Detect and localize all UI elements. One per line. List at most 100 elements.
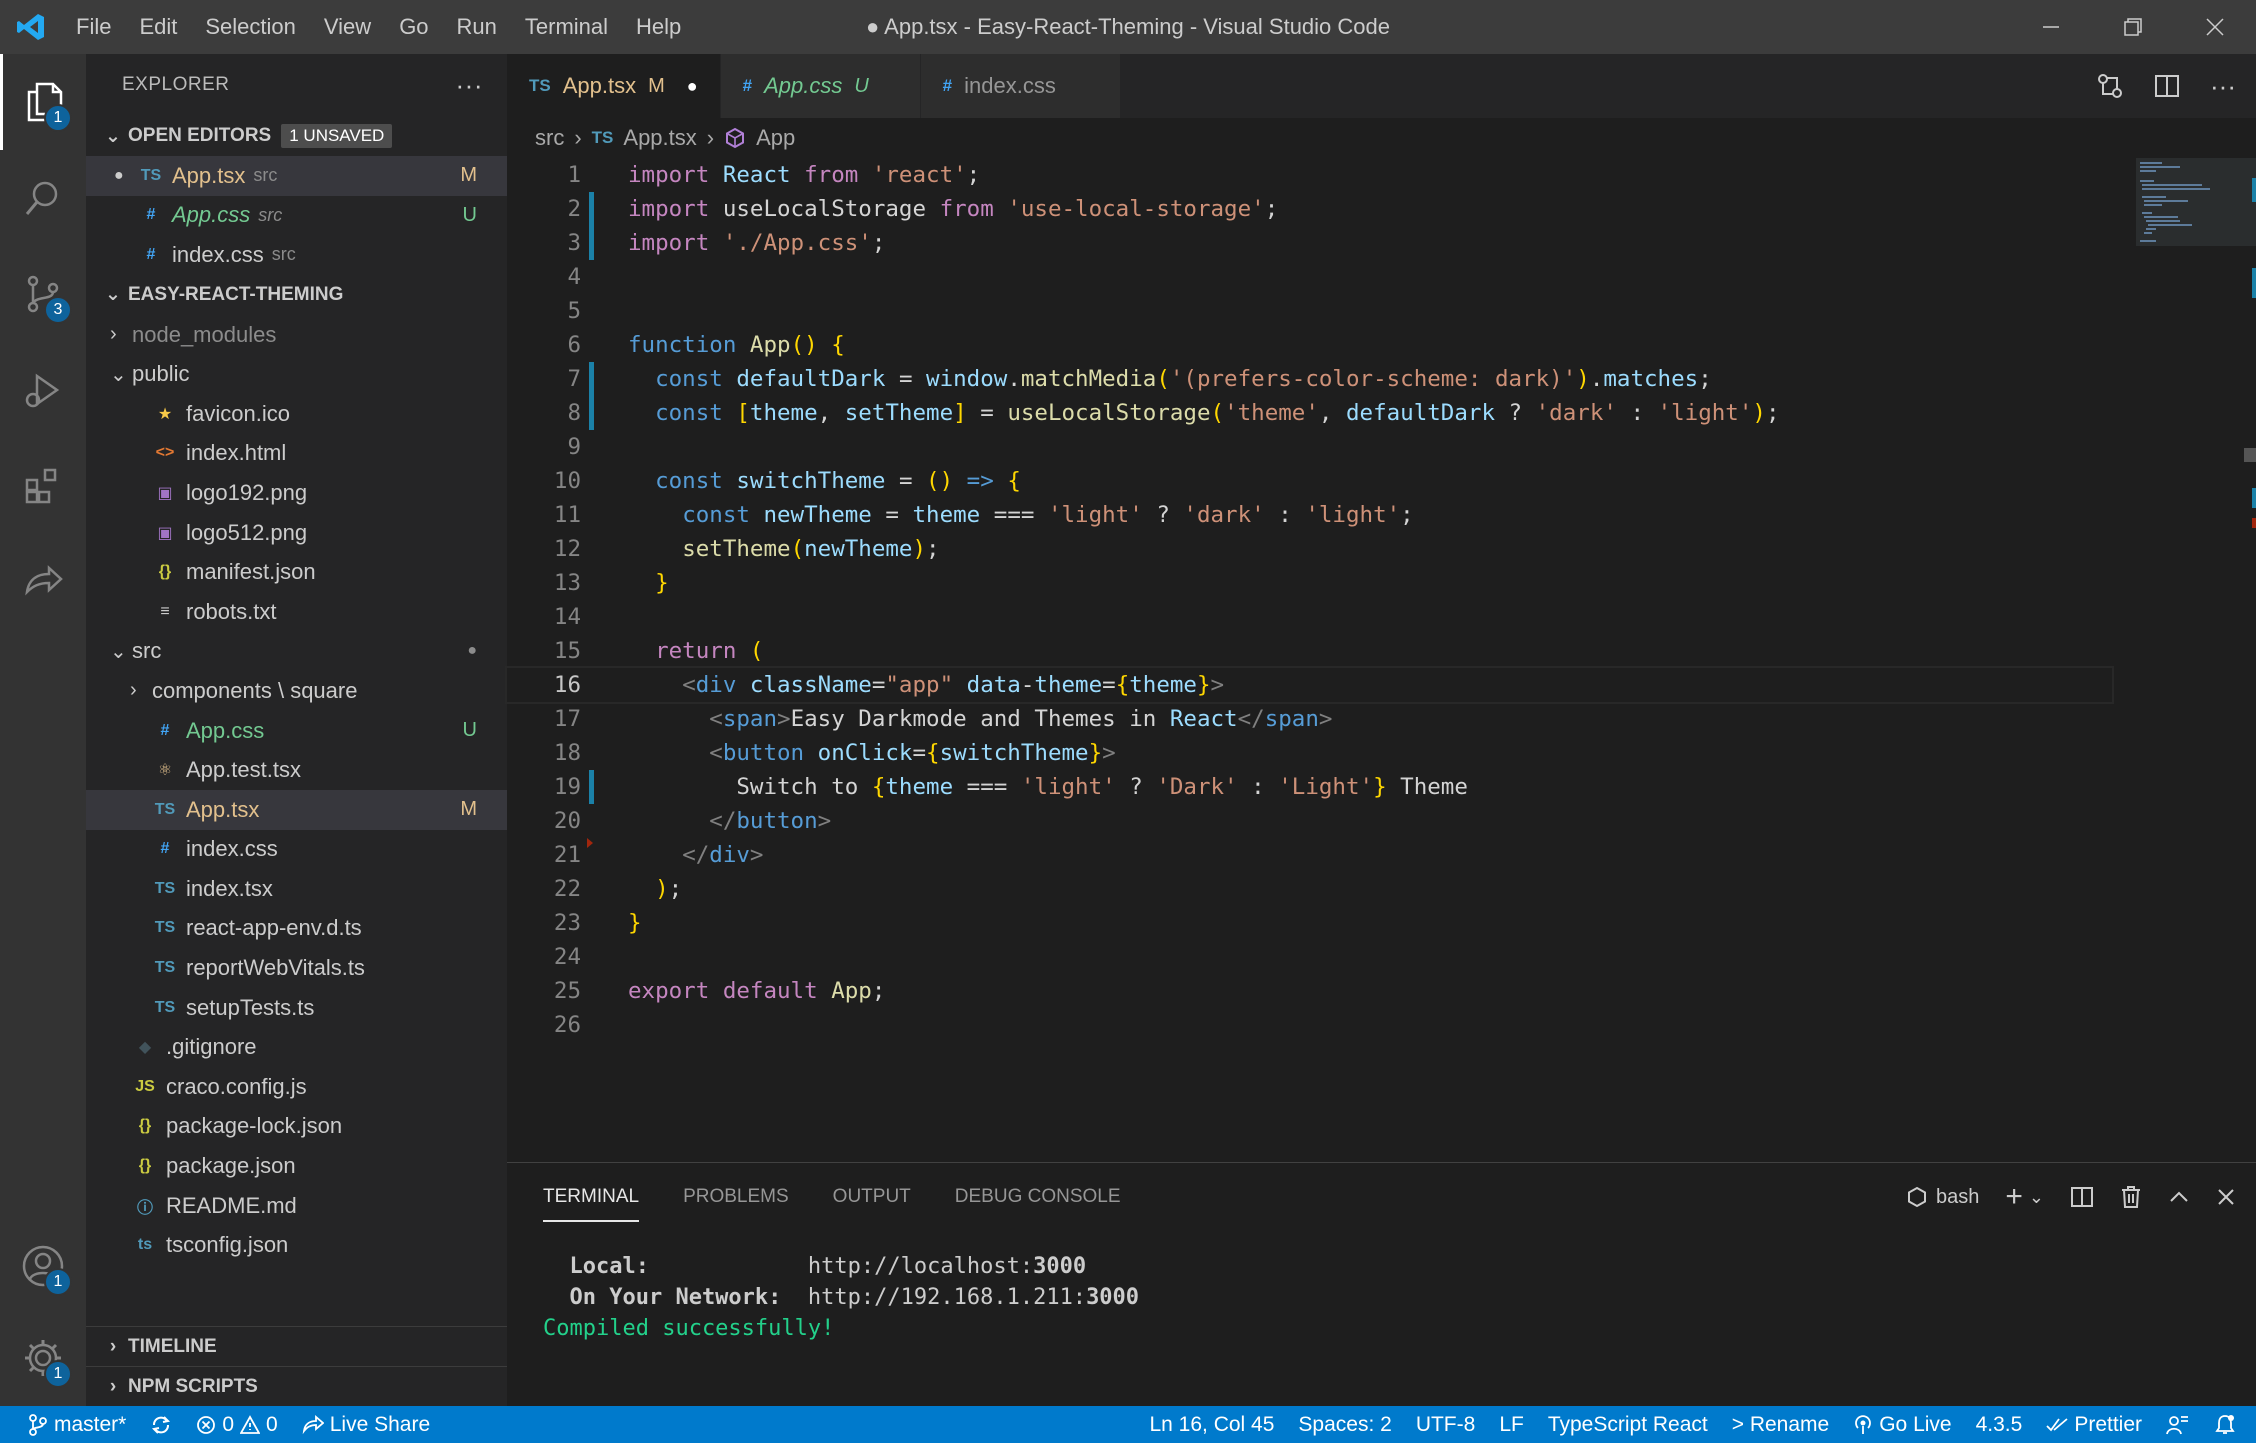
code-line[interactable]: 11 const newTheme = theme === 'light' ? …	[507, 498, 2256, 532]
explorer-activity[interactable]: 1	[0, 54, 86, 150]
menu-selection[interactable]: Selection	[191, 0, 310, 54]
terminal-output[interactable]: Local: http://localhost:3000 On Your Net…	[507, 1251, 2256, 1344]
code-line[interactable]: 22 );	[507, 872, 2256, 906]
code-line[interactable]: 12 setTheme(newTheme);	[507, 532, 2256, 566]
tree-item[interactable]: ◆ .gitignore	[86, 1027, 507, 1067]
problems-status[interactable]: 0 0	[184, 1413, 289, 1437]
open-changes-icon[interactable]	[2096, 72, 2124, 100]
live-share-status[interactable]: Live Share	[290, 1413, 442, 1437]
trash-icon[interactable]	[2120, 1185, 2142, 1209]
code-line[interactable]: 16 <div className="app" data-theme={them…	[505, 666, 2114, 704]
open-editor-item[interactable]: # index.css src	[86, 235, 507, 275]
tab-debug-console[interactable]: DEBUG CONSOLE	[955, 1186, 1121, 1208]
tree-item[interactable]: › node_modules	[86, 315, 507, 355]
terminal-selector[interactable]: bash	[1906, 1186, 1979, 1209]
menu-file[interactable]: File	[62, 0, 125, 54]
search-activity[interactable]	[0, 150, 86, 246]
code-line[interactable]: 19 Switch to {theme === 'light' ? 'Dark'…	[507, 770, 2256, 804]
open-editor-item[interactable]: # App.css src U	[86, 196, 507, 236]
tree-item[interactable]: {} manifest.json	[86, 552, 507, 592]
menu-view[interactable]: View	[310, 0, 385, 54]
code-line[interactable]: 6 function App() {	[507, 328, 2256, 362]
tree-item[interactable]: # index.css	[86, 830, 507, 870]
notifications-status[interactable]	[2202, 1414, 2256, 1436]
close-panel-icon[interactable]	[2216, 1187, 2236, 1207]
tree-item[interactable]: TS App.tsx M	[86, 789, 507, 830]
breadcrumb-symbol[interactable]: App	[756, 125, 795, 151]
menu-edit[interactable]: Edit	[125, 0, 191, 54]
tree-item[interactable]: {} package.json	[86, 1146, 507, 1186]
tree-item[interactable]: ★ favicon.ico	[86, 394, 507, 434]
tree-item[interactable]: <> index.html	[86, 434, 507, 474]
breadcrumb-file[interactable]: App.tsx	[623, 125, 696, 151]
branch-status[interactable]: master*	[0, 1413, 138, 1437]
npm-scripts-header[interactable]: › NPM SCRIPTS	[86, 1366, 507, 1406]
code-line[interactable]: 25 export default App;	[507, 974, 2256, 1008]
tree-item[interactable]: ▣ logo512.png	[86, 513, 507, 553]
tab-app-css[interactable]: # App.css U	[720, 54, 921, 118]
encoding[interactable]: UTF-8	[1404, 1413, 1488, 1437]
code-line[interactable]: 2 import useLocalStorage from 'use-local-…	[507, 192, 2256, 226]
tree-item[interactable]: ts tsconfig.json	[86, 1225, 507, 1265]
cursor-position[interactable]: Ln 16, Col 45	[1137, 1413, 1286, 1437]
sync-status[interactable]	[138, 1414, 184, 1436]
tree-item[interactable]: ⚛ App.test.tsx	[86, 750, 507, 790]
open-editor-item[interactable]: ● TS App.tsx src M	[86, 156, 507, 196]
code-line[interactable]: 14	[507, 600, 2256, 634]
tree-item[interactable]: › components \ square	[86, 671, 507, 711]
unsaved-dot-icon[interactable]: ●	[687, 76, 698, 97]
tab-index-css[interactable]: # index.css	[920, 54, 1121, 118]
source-control-activity[interactable]: 3	[0, 246, 86, 342]
extensions-activity[interactable]	[0, 438, 86, 534]
tree-item[interactable]: # App.css U	[86, 711, 507, 751]
code-line[interactable]: 24	[507, 940, 2256, 974]
timeline-header[interactable]: › TIMELINE	[86, 1326, 507, 1366]
code-editor[interactable]: 1 import React from 'react'; 2 import useLo…	[505, 158, 2256, 1162]
menu-run[interactable]: Run	[443, 0, 511, 54]
split-editor-icon[interactable]	[2154, 73, 2180, 99]
code-line[interactable]: 1 import React from 'react';	[507, 158, 2256, 192]
feedback-status[interactable]	[2154, 1414, 2202, 1436]
tree-item[interactable]: TS setupTests.ts	[86, 988, 507, 1028]
settings-activity[interactable]: 1	[0, 1310, 86, 1406]
run-debug-activity[interactable]	[0, 342, 86, 438]
breadcrumb-folder[interactable]: src	[535, 125, 564, 151]
code-line[interactable]: 8 const [theme, setTheme] = useLocalStor…	[507, 396, 2256, 430]
restore-button[interactable]	[2092, 0, 2174, 54]
menu-terminal[interactable]: Terminal	[511, 0, 622, 54]
code-line[interactable]: 13 }	[507, 566, 2256, 600]
accounts-activity[interactable]: 1	[0, 1218, 86, 1314]
menu-help[interactable]: Help	[622, 0, 695, 54]
tree-item[interactable]: ▣ logo192.png	[86, 473, 507, 513]
tree-item[interactable]: ≡ robots.txt	[86, 592, 507, 632]
tree-item[interactable]: TS index.tsx	[86, 869, 507, 909]
tree-item[interactable]: ⓘ README.md	[86, 1186, 507, 1226]
code-line[interactable]: 3 import './App.css';	[507, 226, 2256, 260]
end-of-line[interactable]: LF	[1487, 1413, 1536, 1437]
menu-go[interactable]: Go	[385, 0, 442, 54]
tab-app-tsx[interactable]: TS App.tsx M ●	[507, 54, 721, 118]
tree-item[interactable]: TS reportWebVitals.ts	[86, 948, 507, 988]
code-line[interactable]: 23}	[507, 906, 2256, 940]
code-line[interactable]: 7 const defaultDark = window.matchMedia(…	[507, 362, 2256, 396]
maximize-panel-icon[interactable]	[2168, 1186, 2190, 1208]
code-line[interactable]: 15 return (	[507, 634, 2256, 668]
indentation[interactable]: Spaces: 2	[1286, 1413, 1403, 1437]
minimap[interactable]	[2136, 158, 2256, 1162]
dirty-indicator-icon[interactable]: ●	[114, 167, 138, 185]
ts-version[interactable]: 4.3.5	[1964, 1413, 2035, 1437]
language-mode[interactable]: TypeScript React	[1536, 1413, 1720, 1437]
new-terminal-icon[interactable]: +	[2005, 1180, 2023, 1214]
code-line[interactable]: 4	[507, 260, 2256, 294]
code-line[interactable]: 18 <button onClick={switchTheme}>	[507, 736, 2256, 770]
code-line[interactable]: 26	[507, 1008, 2256, 1042]
split-terminal-icon[interactable]	[2070, 1185, 2094, 1209]
more-actions-icon[interactable]: ···	[2210, 71, 2236, 102]
rename-status[interactable]: > Rename	[1720, 1413, 1841, 1437]
tree-item[interactable]: {} package-lock.json	[86, 1107, 507, 1147]
tab-output[interactable]: OUTPUT	[833, 1186, 911, 1208]
code-line[interactable]: 5	[507, 294, 2256, 328]
chevron-down-icon[interactable]: ⌄	[2029, 1187, 2044, 1208]
live-share-activity[interactable]	[0, 534, 86, 630]
project-header[interactable]: ⌄ EASY-REACT-THEMING	[86, 275, 507, 315]
